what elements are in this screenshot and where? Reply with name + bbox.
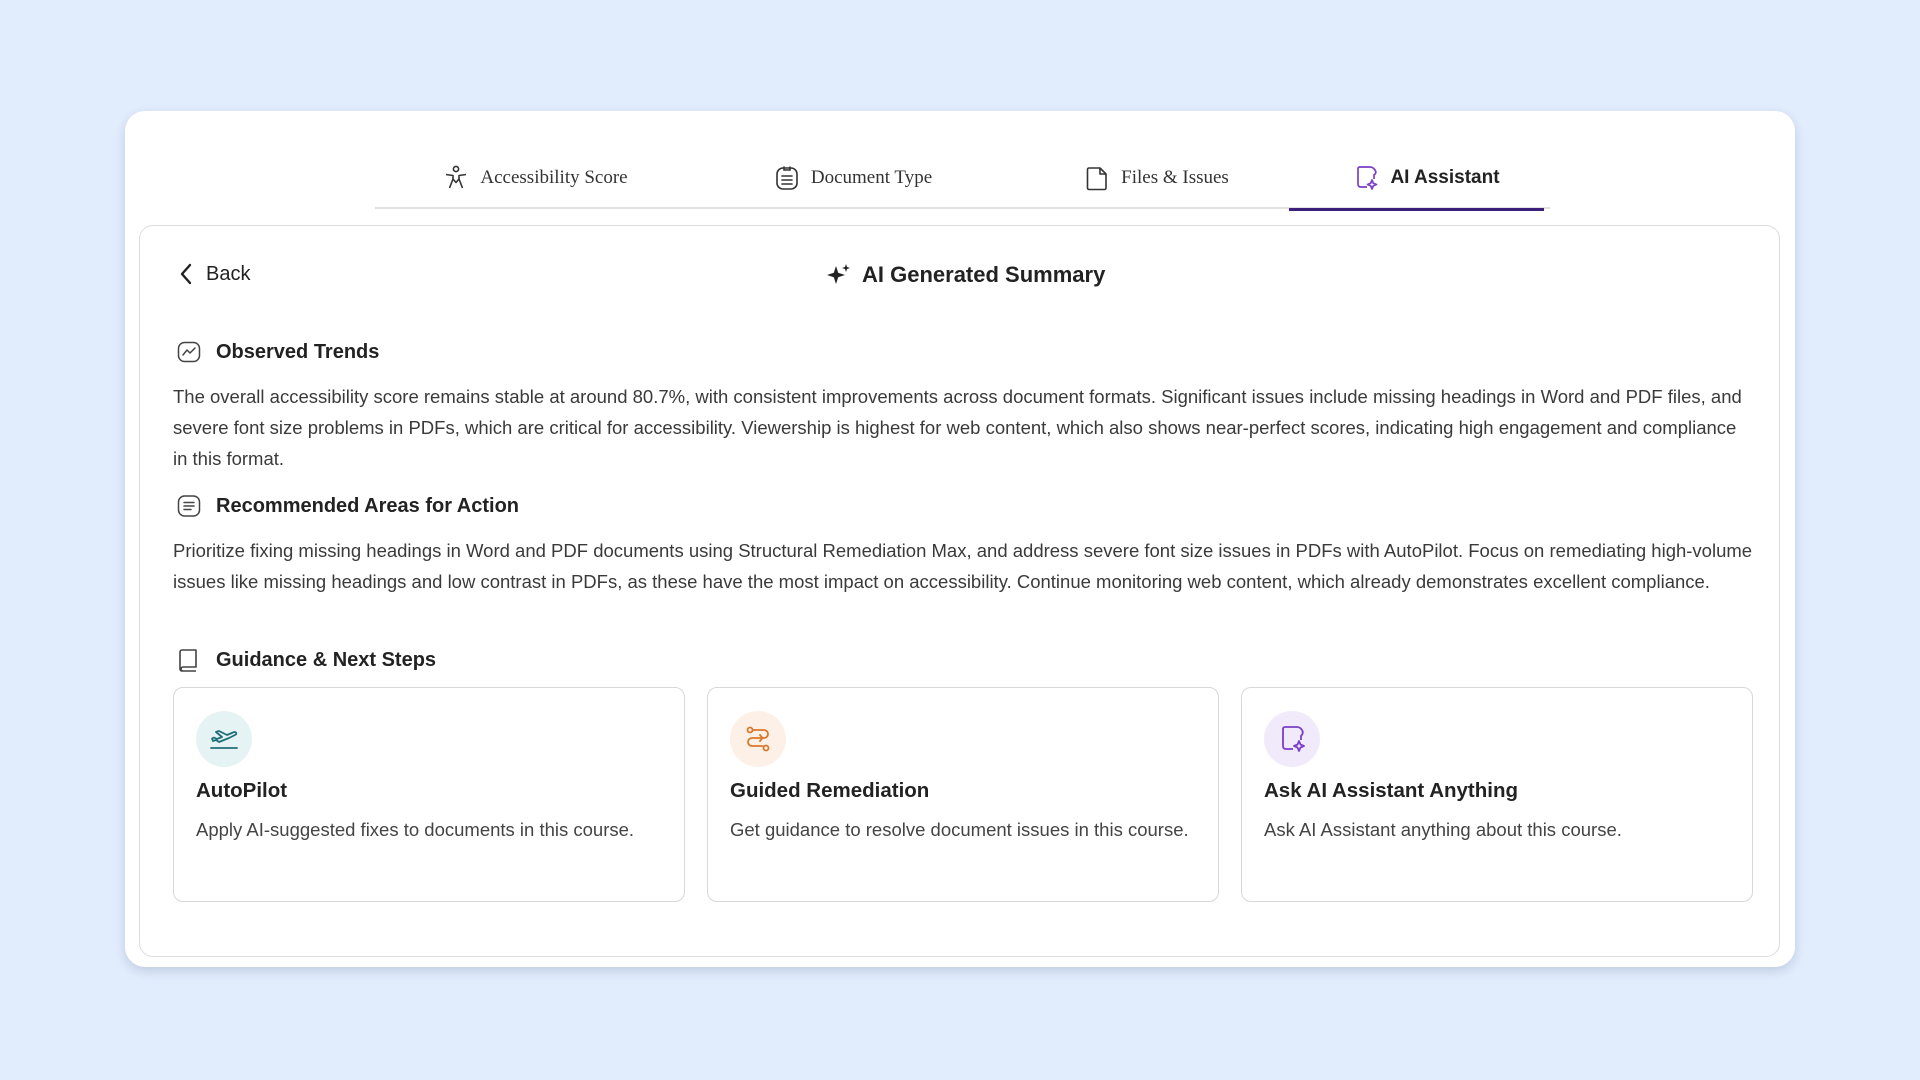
tab-label: AI Assistant (1390, 166, 1500, 188)
card-description: Ask AI Assistant anything about this cou… (1264, 819, 1622, 840)
route-icon (746, 726, 770, 752)
guided-remediation-icon-badge (730, 711, 786, 767)
section-title: Recommended Areas for Action (216, 494, 520, 517)
tab-label: Document Type (810, 166, 933, 188)
tab-label: Files & Issues (1121, 166, 1229, 188)
back-label: Back (206, 262, 251, 285)
list-icon (177, 495, 201, 517)
card-title: Ask AI Assistant Anything (1264, 779, 1519, 802)
tab-files-issues[interactable]: Files & Issues (1010, 146, 1302, 209)
card-description: Apply AI-suggested fixes to documents in… (196, 819, 635, 840)
autopilot-card[interactable]: AutoPilot Apply AI-suggested fixes to do… (173, 687, 685, 902)
section-title: Guidance & Next Steps (216, 648, 437, 671)
back-button[interactable]: Back (178, 262, 250, 286)
sparkles-icon (827, 264, 850, 284)
airplane-icon (210, 730, 238, 749)
document-list-icon (776, 165, 798, 190)
ai-assistant-icon (1282, 726, 1305, 752)
card-title: AutoPilot (196, 779, 288, 802)
tab-label: Accessibility Score (480, 166, 628, 188)
tab-bar: Accessibility Score Document Type Files … (375, 146, 1550, 211)
chevron-left-icon (180, 263, 192, 285)
guided-remediation-card[interactable]: Guided Remediation Get guidance to resol… (707, 687, 1219, 902)
recommended-actions-heading: Recommended Areas for Action (176, 493, 519, 519)
summary-title-text: AI Generated Summary (862, 262, 1106, 287)
section-title: Observed Trends (216, 340, 380, 363)
trend-icon (177, 341, 201, 363)
file-icon (1086, 166, 1107, 190)
ai-assistant-icon (1357, 165, 1378, 190)
next-steps-cards: AutoPilot Apply AI-suggested fixes to do… (173, 687, 1753, 902)
observed-trends-heading: Observed Trends (176, 339, 379, 365)
observed-trends-text: The overall accessibility score remains … (173, 386, 1742, 469)
tab-document-type[interactable]: Document Type (695, 146, 1010, 209)
guidance-heading: Guidance & Next Steps (176, 647, 436, 673)
tab-accessibility-score[interactable]: Accessibility Score (375, 146, 695, 209)
autopilot-icon-badge (196, 711, 252, 767)
main-panel: Accessibility Score Document Type Files … (125, 111, 1795, 967)
accessibility-icon (446, 165, 467, 188)
summary-title: AI Generated Summary (826, 262, 1105, 288)
summary-card: Back AI Generated Summary Observed Trend… (139, 225, 1780, 957)
card-description: Get guidance to resolve document issues … (730, 819, 1189, 840)
recommended-actions-text: Prioritize fixing missing headings in Wo… (173, 540, 1753, 592)
ask-ai-card[interactable]: Ask AI Assistant Anything Ask AI Assista… (1241, 687, 1753, 902)
book-icon (179, 649, 197, 672)
tab-ai-assistant[interactable]: AI Assistant (1289, 146, 1550, 211)
ask-ai-icon-badge (1264, 711, 1320, 767)
card-title: Guided Remediation (730, 779, 930, 802)
